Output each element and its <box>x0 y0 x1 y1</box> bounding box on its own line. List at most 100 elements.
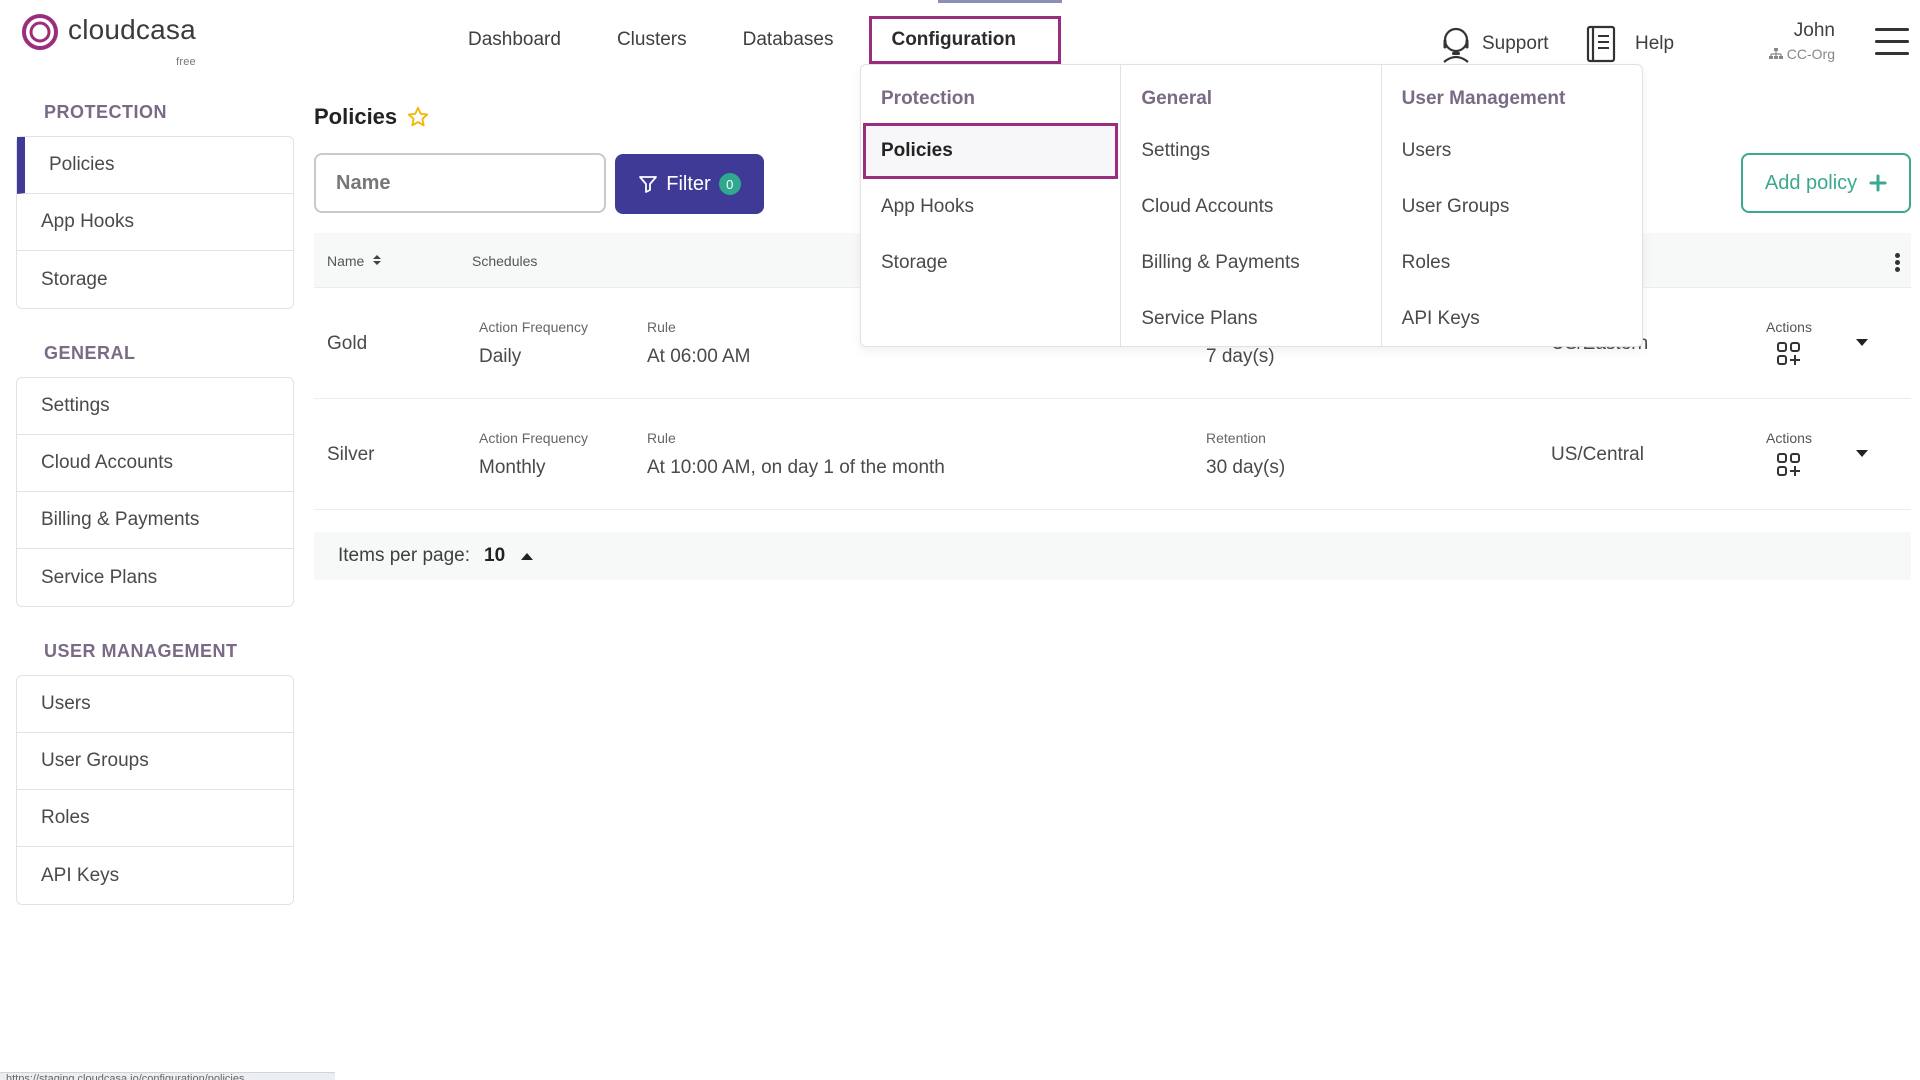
actions-label: Actions <box>1766 430 1812 446</box>
retention-value: 30 day(s) <box>1206 457 1286 478</box>
expand-row-icon[interactable] <box>1856 450 1868 457</box>
row-actions[interactable]: Actions <box>1759 430 1819 478</box>
cloudcasa-logo-icon <box>22 14 58 50</box>
dropdown-heading-general: General <box>1141 88 1213 109</box>
filter-button[interactable]: Filter 0 <box>615 154 764 214</box>
row-actions[interactable]: Actions <box>1759 319 1819 367</box>
table-row[interactable]: Silver Action Frequency Monthly Rule At … <box>314 400 1911 510</box>
add-policy-button[interactable]: Add policy <box>1741 153 1911 213</box>
dropdown-item-app-hooks[interactable]: App Hooks <box>861 179 1120 235</box>
sidebar-item-billing-payments[interactable]: Billing & Payments <box>17 492 293 549</box>
frequency-label: Action Frequency <box>479 430 588 446</box>
filter-count-badge: 0 <box>718 173 741 195</box>
chevron-up-icon[interactable] <box>521 552 534 560</box>
org-info: CC-Org <box>1745 46 1835 62</box>
dropdown-item-settings[interactable]: Settings <box>1121 123 1380 179</box>
brand-name: cloudcasa <box>68 14 196 45</box>
dropdown-column-general: General Settings Cloud Accounts Billing … <box>1121 65 1382 347</box>
items-per-page-label: Items per page: <box>338 545 471 566</box>
frequency-value: Monthly <box>479 457 546 478</box>
sidebar-section-user-management: USER MANAGEMENT <box>44 640 238 661</box>
pagination-bar: Items per page: 10 <box>314 532 1911 580</box>
filter-label: Filter <box>666 172 711 195</box>
help-label: Help <box>1635 33 1675 54</box>
dropdown-column-user-management: User Management Users User Groups Roles … <box>1382 65 1642 346</box>
org-name: CC-Org <box>1786 46 1835 62</box>
dropdown-heading-user-management: User Management <box>1401 88 1566 109</box>
dropdown-item-storage[interactable]: Storage <box>861 235 1120 291</box>
sidebar-item-users[interactable]: Users <box>17 676 293 733</box>
frequency-value: Daily <box>479 346 522 367</box>
sidebar-item-cloud-accounts[interactable]: Cloud Accounts <box>17 435 293 492</box>
book-icon <box>1586 25 1616 63</box>
sidebar-item-storage[interactable]: Storage <box>17 251 293 308</box>
sidebar: PROTECTION Policies App Hooks Storage GE… <box>16 88 294 925</box>
sidebar-group-general: Settings Cloud Accounts Billing & Paymen… <box>16 377 294 607</box>
actions-label: Actions <box>1766 319 1812 335</box>
logo-wordmark: cloudcasa free <box>68 14 196 69</box>
sidebar-section-protection: PROTECTION <box>44 101 168 122</box>
dropdown-item-roles[interactable]: Roles <box>1382 235 1642 291</box>
dropdown-item-users[interactable]: Users <box>1382 123 1642 179</box>
frequency-label: Action Frequency <box>479 319 588 335</box>
configuration-dropdown: Protection Policies App Hooks Storage Ge… <box>860 64 1643 347</box>
rule-label: Rule <box>647 430 676 446</box>
sidebar-item-service-plans[interactable]: Service Plans <box>17 549 293 606</box>
sidebar-group-protection: Policies App Hooks Storage <box>16 136 294 309</box>
user-menu[interactable]: John CC-Org <box>1745 20 1835 62</box>
column-name-label: Name <box>327 253 365 269</box>
page-title-text: Policies <box>314 104 398 129</box>
nav-databases[interactable]: Databases <box>715 16 862 64</box>
headset-icon <box>1443 27 1469 63</box>
brand-tier: free <box>176 56 196 68</box>
column-options-icon[interactable] <box>1895 253 1901 273</box>
sidebar-item-user-groups[interactable]: User Groups <box>17 733 293 790</box>
sidebar-section-general: GENERAL <box>44 342 136 363</box>
apps-add-icon <box>1777 342 1800 365</box>
column-name-header[interactable]: Name <box>327 253 382 269</box>
retention-value: 7 day(s) <box>1206 346 1275 367</box>
dropdown-heading-protection: Protection <box>881 88 975 109</box>
apps-add-icon <box>1777 453 1800 476</box>
sidebar-item-app-hooks[interactable]: App Hooks <box>17 194 293 251</box>
policy-name: Silver <box>327 444 375 465</box>
cloudcasa-logo[interactable]: cloudcasa free <box>20 10 196 69</box>
user-name: John <box>1793 20 1835 41</box>
retention-label: Retention <box>1206 430 1266 446</box>
browser-status-url: https://staging.cloudcasa.io/configurati… <box>0 1072 335 1080</box>
add-policy-label: Add policy <box>1764 171 1858 194</box>
org-icon <box>1768 48 1783 59</box>
dropdown-item-user-groups[interactable]: User Groups <box>1382 179 1642 235</box>
dropdown-item-api-keys[interactable]: API Keys <box>1382 291 1642 347</box>
page-title: Policies <box>314 104 429 130</box>
help-link[interactable]: Help <box>1585 24 1674 64</box>
filter-icon <box>639 176 658 193</box>
dropdown-item-policies[interactable]: Policies <box>863 123 1119 179</box>
sidebar-item-roles[interactable]: Roles <box>17 790 293 847</box>
plus-icon <box>1869 174 1887 192</box>
policy-name: Gold <box>327 333 368 354</box>
star-icon[interactable] <box>407 106 429 128</box>
dropdown-item-billing-payments[interactable]: Billing & Payments <box>1121 235 1380 291</box>
sidebar-item-api-keys[interactable]: API Keys <box>17 847 293 904</box>
expand-row-icon[interactable] <box>1856 339 1868 346</box>
sidebar-group-user-management: Users User Groups Roles API Keys <box>16 675 294 905</box>
sort-icon <box>373 255 382 265</box>
dropdown-item-service-plans[interactable]: Service Plans <box>1121 291 1380 347</box>
support-label: Support <box>1482 33 1549 54</box>
nav-dashboard[interactable]: Dashboard <box>440 16 589 64</box>
support-link[interactable]: Support <box>1438 24 1549 64</box>
dropdown-column-protection: Protection Policies App Hooks Storage <box>861 65 1122 346</box>
sidebar-item-settings[interactable]: Settings <box>17 378 293 435</box>
dropdown-item-cloud-accounts[interactable]: Cloud Accounts <box>1121 179 1380 235</box>
hamburger-menu-icon[interactable] <box>1875 28 1909 58</box>
nav-clusters[interactable]: Clusters <box>589 16 715 64</box>
items-per-page-value[interactable]: 10 <box>484 545 505 567</box>
rule-label: Rule <box>647 319 676 335</box>
column-schedules-header: Schedules <box>472 253 538 269</box>
nav-configuration[interactable]: Configuration <box>869 16 1062 64</box>
rule-value: At 06:00 AM <box>647 346 751 367</box>
rule-value: At 10:00 AM, on day 1 of the month <box>647 457 945 478</box>
search-input[interactable] <box>314 153 606 213</box>
sidebar-item-policies[interactable]: Policies <box>17 137 293 194</box>
